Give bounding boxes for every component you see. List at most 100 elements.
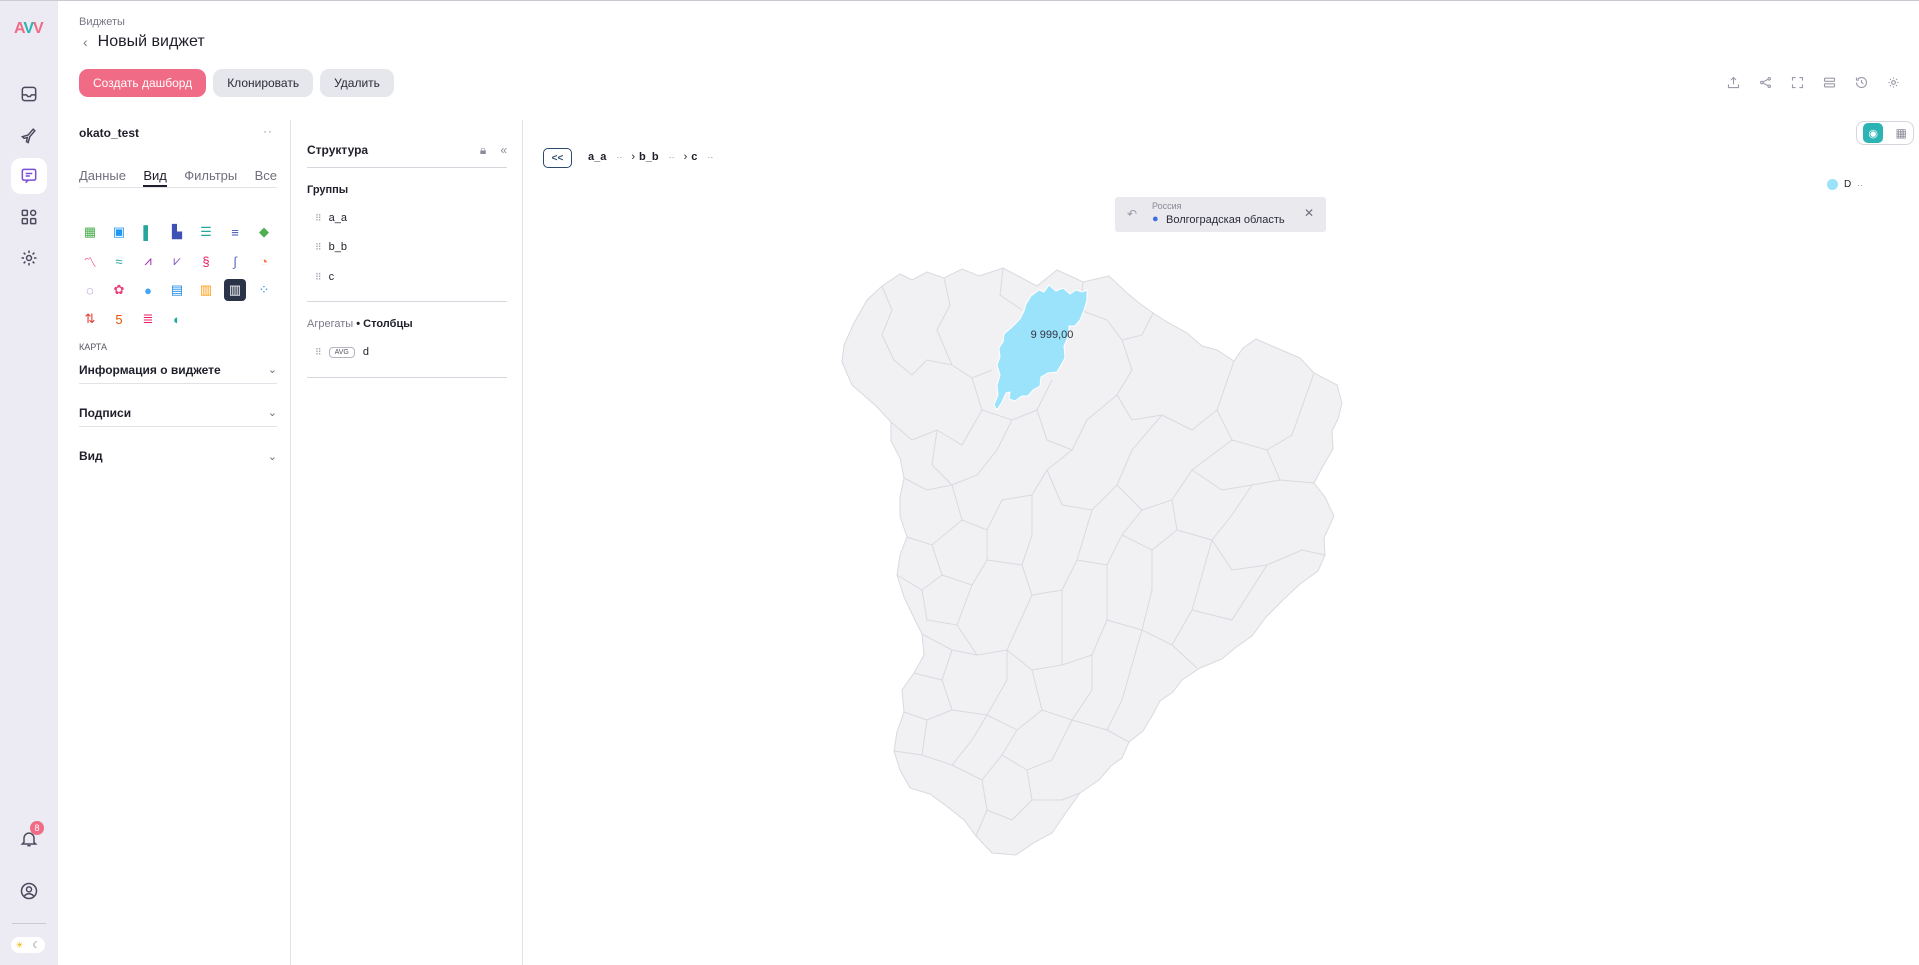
stream-icon[interactable]: ∫	[224, 250, 246, 272]
header-toolbar	[1725, 74, 1901, 90]
layout-icon[interactable]	[1821, 74, 1837, 90]
section-view[interactable]: Вид ⌄	[79, 442, 277, 470]
tab-all[interactable]: Все	[255, 168, 277, 187]
region-outline	[841, 267, 1343, 856]
drill-up-button[interactable]: <<	[543, 148, 572, 168]
level-menu-icon[interactable]: ··	[707, 152, 713, 162]
window-top-border	[0, 0, 1919, 1]
ribbon-icon[interactable]: §	[195, 250, 217, 272]
pivot-table-icon[interactable]: ▣	[108, 221, 130, 243]
area-chart-icon[interactable]: ≈	[108, 250, 130, 272]
drag-handle-icon[interactable]: ⠿	[315, 242, 322, 253]
delete-button[interactable]: Удалить	[320, 69, 394, 97]
legend-menu-icon[interactable]: ··	[1857, 180, 1863, 190]
map-chart-icon[interactable]: ▥	[224, 279, 246, 301]
widget-canvas: 9 999,00 ◉ ▦ << a_a ·· › b_b ·· › c ·· D…	[532, 120, 1919, 965]
kpi-icon[interactable]: ⇅	[79, 308, 101, 330]
field-name: a_a	[328, 212, 347, 224]
multi-line-icon[interactable]: ⩘	[137, 250, 159, 272]
app-logo[interactable]: AVV	[14, 20, 44, 38]
close-icon[interactable]: ✕	[1304, 206, 1314, 220]
aggregates-divider	[307, 377, 507, 378]
breadcrumb[interactable]: Виджеты	[79, 16, 125, 28]
drill-level[interactable]: b_b	[639, 151, 659, 163]
settings-icon[interactable]	[1885, 74, 1901, 90]
moon-icon[interactable]: ☾	[32, 940, 40, 951]
donut-chart-icon[interactable]: ◌	[79, 279, 101, 301]
datasets-nav-button[interactable]	[11, 76, 47, 112]
fullscreen-icon[interactable]	[1789, 74, 1805, 90]
aggregate-function-badge[interactable]: AVG	[328, 346, 355, 358]
history-icon[interactable]	[1853, 74, 1869, 90]
widgets-nav-button[interactable]	[11, 158, 47, 194]
tab-filters[interactable]: Фильтры	[184, 168, 237, 187]
bubble-icon[interactable]: ●	[137, 279, 159, 301]
drag-handle-icon[interactable]: ⠿	[315, 213, 322, 224]
treemap-icon[interactable]: ▤	[166, 279, 188, 301]
table-icon[interactable]: ▦	[79, 221, 101, 243]
gauge-icon[interactable]: ◐	[166, 308, 188, 330]
panel-divider[interactable]	[522, 120, 523, 965]
line-chart-icon[interactable]: 〽	[79, 250, 101, 272]
panel-divider[interactable]	[290, 120, 291, 965]
back-chevron-icon[interactable]: ‹	[83, 34, 88, 50]
gantt-icon[interactable]: ≣	[137, 308, 159, 330]
mosaic-icon[interactable]: ◆	[253, 221, 275, 243]
region-map: 9 999,00	[841, 267, 1343, 856]
sources-nav-button[interactable]	[11, 117, 47, 153]
section-title: Информация о виджете	[79, 362, 221, 377]
aggregates-mode[interactable]: Столбцы	[363, 318, 412, 330]
html-icon[interactable]: 5	[108, 308, 130, 330]
drill-level[interactable]: a_a	[588, 151, 606, 163]
profile-button[interactable]	[11, 873, 47, 909]
upload-icon[interactable]	[1725, 74, 1741, 90]
chevron-right-icon: ›	[683, 151, 688, 163]
clone-button[interactable]: Клонировать	[213, 69, 314, 97]
sun-icon[interactable]: ☀	[15, 940, 23, 951]
dashboards-nav-button[interactable]	[11, 199, 47, 235]
aggregates-label: Агрегаты	[307, 318, 354, 330]
collapse-icon[interactable]: «	[500, 143, 507, 158]
undo-icon[interactable]: ↶	[1127, 207, 1137, 221]
group-field[interactable]: ⠿ b_b	[315, 241, 347, 253]
tab-data[interactable]: Данные	[79, 168, 126, 187]
waffle-icon[interactable]: ▥	[195, 279, 217, 301]
drag-handle-icon[interactable]: ⠿	[315, 272, 322, 283]
create-dashboard-button[interactable]: Создать дашборд	[79, 69, 207, 97]
lock-icon[interactable]: 🔒︎	[480, 143, 486, 158]
dataset-name[interactable]: okato_test	[79, 126, 139, 140]
eye-icon[interactable]: ◉	[1863, 123, 1884, 143]
pie-chart-icon[interactable]: ◔	[253, 250, 275, 272]
chevron-down-icon: ⌄	[267, 364, 277, 376]
aggregate-field[interactable]: ⠿ AVG d	[315, 346, 369, 358]
level-menu-icon[interactable]: ··	[616, 152, 622, 162]
group-field[interactable]: ⠿ a_a	[315, 212, 347, 224]
tab-view[interactable]: Вид	[143, 168, 167, 187]
grid-icon	[21, 209, 37, 225]
stacked-line-icon[interactable]: ⩗	[166, 250, 188, 272]
page-title: Новый виджет	[97, 33, 205, 50]
settings-nav-button[interactable]	[11, 240, 47, 276]
stacked-column-icon[interactable]: ▙	[166, 221, 188, 243]
location-region: Волгоградская область	[1166, 214, 1285, 226]
title-row: ‹ Новый виджет	[83, 33, 205, 51]
drill-level[interactable]: c	[691, 151, 697, 163]
map-legend: D ··	[1827, 179, 1863, 190]
share-icon[interactable]	[1757, 74, 1773, 90]
field-name: b_b	[328, 241, 347, 253]
drag-handle-icon[interactable]: ⠿	[315, 347, 322, 358]
theme-toggle[interactable]: ☀ ☾	[11, 937, 45, 953]
column-chart-icon[interactable]: ▌	[137, 221, 159, 243]
dataset-menu-icon[interactable]: ··	[263, 124, 273, 138]
notifications-button[interactable]: 8	[11, 821, 47, 857]
stacked-bar-icon[interactable]: ≡	[224, 221, 246, 243]
section-labels[interactable]: Подписи ⌄	[79, 399, 277, 427]
drill-path: a_a ·· › b_b ·· › c ··	[588, 151, 718, 163]
group-field[interactable]: ⠿ c	[315, 271, 334, 283]
scatter-icon[interactable]: ⁘	[253, 279, 275, 301]
bar-chart-icon[interactable]: ☰	[195, 221, 217, 243]
level-menu-icon[interactable]: ··	[669, 152, 675, 162]
heatmap-icon[interactable]: ✿	[108, 279, 130, 301]
table-view-icon[interactable]: ▦	[1895, 126, 1906, 140]
section-widget-info[interactable]: Информация о виджете ⌄	[79, 356, 277, 384]
